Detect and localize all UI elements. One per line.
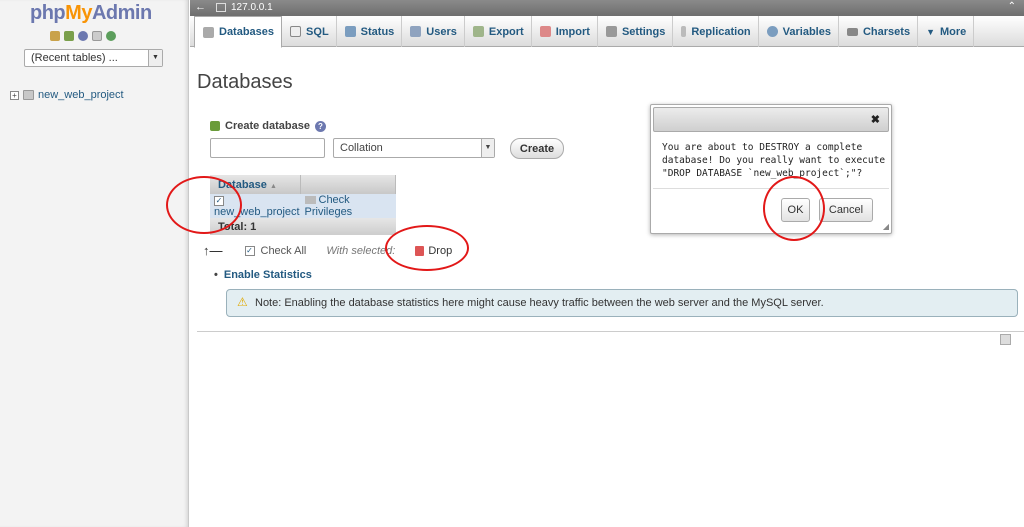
collapse-icon[interactable]: ⌃: [1008, 1, 1016, 12]
dialog-message: You are about to DESTROY a complete data…: [662, 142, 886, 179]
ok-button[interactable]: OK: [781, 198, 810, 222]
privileges-icon: [304, 196, 316, 205]
home-icon[interactable]: [50, 31, 60, 41]
sql-icon: [290, 26, 302, 37]
tab-users[interactable]: Users: [402, 16, 465, 47]
total-cell: Total: 1: [210, 218, 301, 235]
action-column-header: [300, 175, 396, 194]
database-column-header[interactable]: Database ▲: [210, 175, 301, 194]
check-all-checkbox[interactable]: ✓: [244, 246, 255, 256]
page-title: Databases: [197, 71, 293, 93]
status-icon: [344, 26, 356, 37]
tab-more[interactable]: ▼ More: [918, 16, 975, 47]
logout-icon[interactable]: [64, 31, 74, 41]
databases-table: Database ▲ ✓ new_web_project Check Privi…: [210, 175, 396, 235]
cancel-button[interactable]: Cancel: [819, 198, 873, 222]
create-database-label: Create database ?: [210, 120, 326, 132]
check-all[interactable]: ✓ Check All: [244, 245, 306, 257]
bulk-actions: ↑⎯⎯ ✓ Check All With selected: Drop: [203, 243, 452, 259]
reload-icon[interactable]: [106, 31, 116, 41]
export-icon: [472, 26, 484, 37]
top-menu-tabs: Databases SQL Status Users Export Import…: [190, 16, 1024, 48]
tab-export[interactable]: Export: [465, 16, 532, 47]
chevron-down-icon: ▼: [926, 26, 935, 37]
page-settings-icon[interactable]: [1000, 334, 1011, 345]
tab-import[interactable]: Import: [532, 16, 598, 47]
server-label[interactable]: 127.0.0.1: [231, 2, 273, 13]
divider: [197, 331, 1024, 332]
tab-replication[interactable]: Replication: [673, 16, 759, 47]
with-selected-label: With selected:: [326, 245, 396, 257]
tab-databases[interactable]: Databases: [194, 16, 283, 48]
drop-button[interactable]: Drop: [415, 245, 452, 257]
tab-settings[interactable]: Settings: [598, 16, 674, 47]
database-name-cell: ✓ new_web_project: [210, 194, 301, 218]
replication-icon: [681, 26, 687, 37]
dialog-divider: [653, 188, 889, 189]
main-content: Databases Create database ? Collation ▼ …: [190, 48, 1024, 527]
enable-statistics-link[interactable]: Enable Statistics: [214, 269, 312, 281]
tree-item-label[interactable]: new_web_project: [38, 89, 124, 101]
table-row[interactable]: ✓ new_web_project Check Privileges: [210, 194, 396, 218]
sort-asc-icon: ▲: [269, 182, 277, 190]
row-checkbox[interactable]: ✓: [214, 196, 224, 206]
drop-icon: [415, 246, 425, 256]
tab-charsets[interactable]: Charsets: [839, 16, 919, 47]
server-breadcrumb-bar: ← 127.0.0.1 ⌃: [190, 0, 1024, 16]
phpmyadmin-logo[interactable]: phpMyAdmin: [30, 2, 152, 25]
recent-tables-select[interactable]: (Recent tables) ... ▼: [24, 49, 163, 67]
total-row: Total: 1: [210, 218, 396, 235]
database-name-input[interactable]: [210, 138, 325, 158]
close-icon[interactable]: ✖: [871, 113, 880, 126]
tab-status[interactable]: Status: [337, 16, 403, 47]
navigation-panel: phpMyAdmin (Recent tables) ... ▼ + new_w…: [0, 0, 189, 527]
server-icon: [216, 3, 226, 12]
tree-item-new-web-project[interactable]: + new_web_project: [10, 89, 124, 101]
create-button[interactable]: Create: [510, 138, 564, 159]
privileges-cell: Check Privileges: [300, 194, 396, 218]
help-icon[interactable]: ?: [315, 120, 326, 132]
tab-variables[interactable]: Variables: [759, 16, 839, 47]
wrench-icon: [605, 26, 617, 37]
database-link[interactable]: new_web_project: [214, 206, 300, 218]
confirm-dialog: ✖ You are about to DESTROY a complete da…: [650, 104, 892, 234]
tab-sql[interactable]: SQL: [282, 16, 337, 47]
database-icon: [23, 90, 34, 100]
back-arrow-icon[interactable]: ←: [195, 1, 206, 13]
dialog-titlebar[interactable]: ✖: [653, 107, 889, 132]
expand-icon[interactable]: +: [10, 90, 19, 100]
statistics-notice: ⚠ Note: Enabling the database statistics…: [226, 289, 1018, 317]
variables-icon: [766, 26, 778, 37]
add-database-icon: [210, 121, 220, 131]
nav-quick-icons: [50, 31, 116, 41]
chevron-down-icon: ▼: [481, 139, 494, 157]
help-icon[interactable]: [78, 31, 88, 41]
collation-select[interactable]: Collation ▼: [333, 138, 495, 158]
charsets-icon: [846, 27, 858, 36]
warning-icon: ⚠: [237, 295, 248, 309]
arrow-up-icon: ↑⎯⎯: [203, 243, 223, 258]
import-icon: [539, 26, 551, 37]
docs-icon[interactable]: [92, 31, 102, 41]
users-icon: [410, 26, 422, 37]
chevron-down-icon: ▼: [148, 50, 162, 66]
resize-grip-icon[interactable]: ◢: [883, 222, 889, 231]
database-icon: [203, 26, 214, 38]
